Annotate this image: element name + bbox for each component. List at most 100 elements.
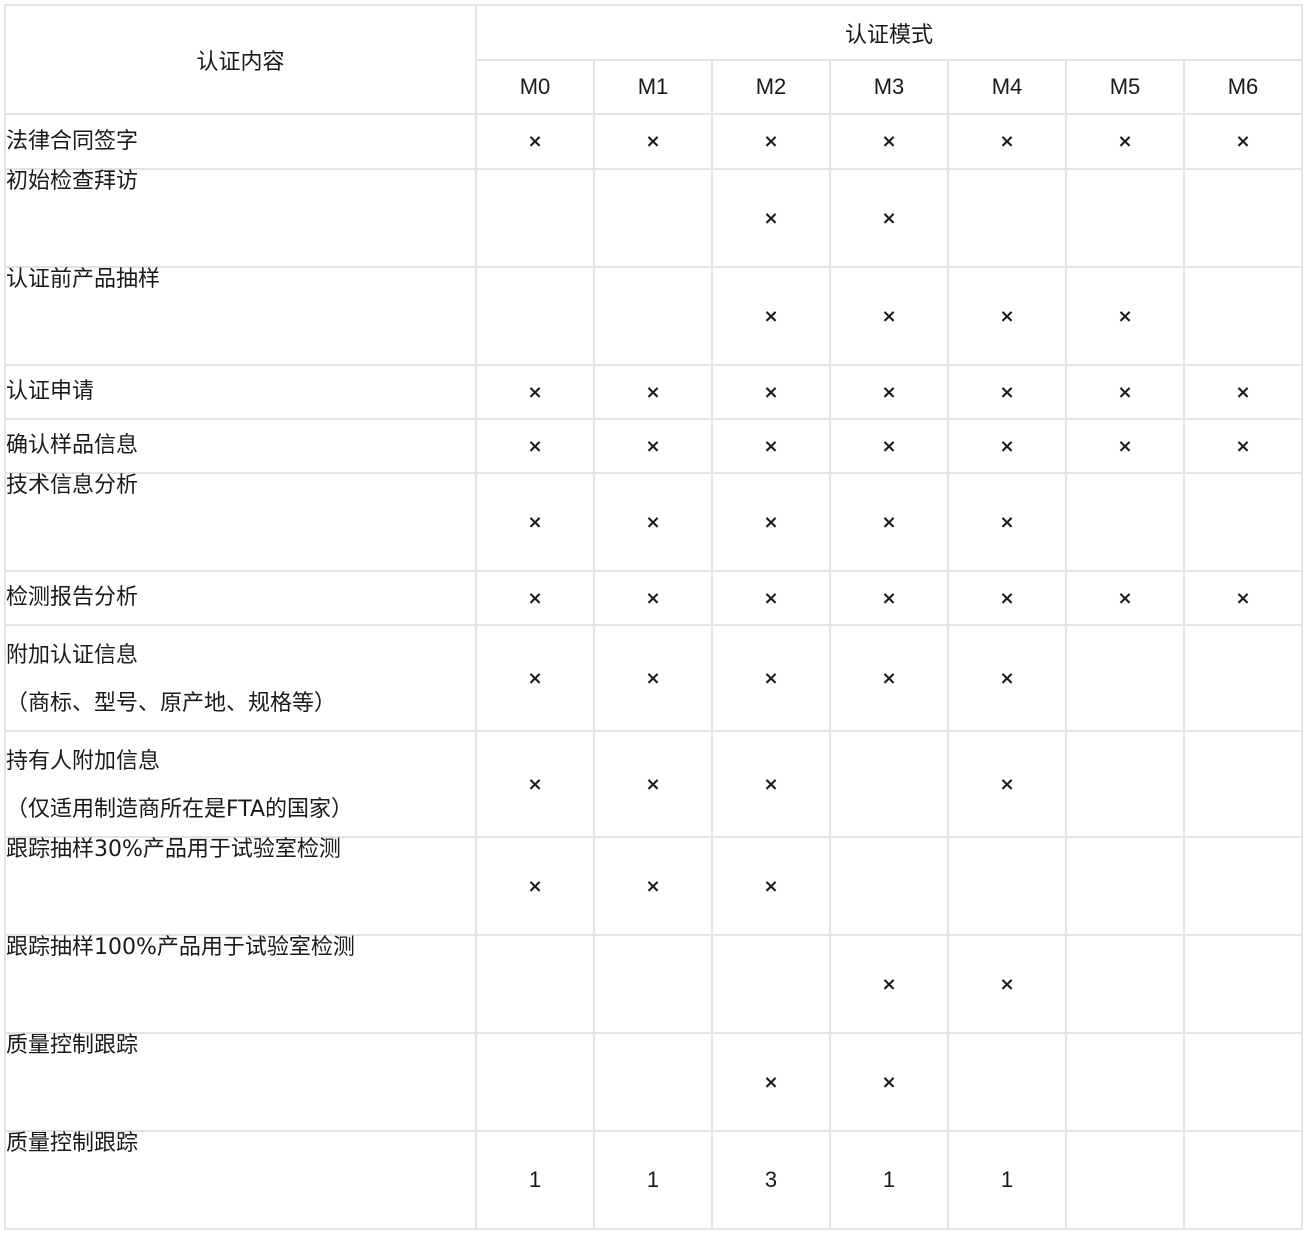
check-mark-cell: ×	[829, 624, 949, 732]
empty-cell	[593, 1032, 713, 1132]
row-label: 认证申请	[4, 364, 477, 420]
count-cell: 1	[593, 1130, 713, 1230]
table-row: 跟踪抽样30%产品用于试验室检测 × × ×	[4, 836, 1303, 936]
row-label: 法律合同签字	[4, 113, 477, 170]
empty-cell	[1183, 472, 1303, 572]
row-label: 确认样品信息	[4, 418, 477, 474]
check-mark-cell: ×	[947, 730, 1067, 838]
empty-cell	[1065, 730, 1185, 838]
row-label: 持有人附加信息 （仅适用制造商所在是FTA的国家）	[4, 730, 477, 838]
check-mark-cell: ×	[947, 364, 1067, 420]
check-mark-cell: ×	[475, 113, 595, 170]
row-label: 初始检查拜访	[4, 168, 477, 268]
row-label-text: 跟踪抽样100%产品用于试验室检测	[6, 935, 355, 960]
check-mark-cell: ×	[829, 168, 949, 268]
count-cell: 1	[829, 1130, 949, 1230]
empty-cell	[1065, 624, 1185, 732]
row-label-text: 技术信息分析	[6, 473, 139, 498]
check-mark-cell: ×	[593, 113, 713, 170]
empty-cell	[1065, 836, 1185, 936]
mode-header: M5	[1065, 59, 1185, 115]
empty-cell	[1065, 1032, 1185, 1132]
table-row: 认证前产品抽样 × × × ×	[4, 266, 1303, 366]
row-label-note: （商标、型号、原产地、规格等）	[6, 691, 337, 716]
table-row: 确认样品信息 × × × × × × ×	[4, 418, 1303, 474]
empty-cell	[1183, 624, 1303, 732]
empty-cell	[947, 168, 1067, 268]
table-row: 质量控制跟踪 1 1 3 1 1	[4, 1130, 1303, 1230]
row-label: 技术信息分析	[4, 472, 477, 572]
row-label: 认证前产品抽样	[4, 266, 477, 366]
row-label-text: 质量控制跟踪	[6, 1033, 139, 1058]
check-mark-cell: ×	[1065, 266, 1185, 366]
empty-cell	[1183, 730, 1303, 838]
check-mark-cell: ×	[947, 418, 1067, 474]
check-mark-cell: ×	[711, 1032, 831, 1132]
check-mark-cell: ×	[829, 1032, 949, 1132]
check-mark-cell: ×	[1183, 113, 1303, 170]
row-label: 跟踪抽样100%产品用于试验室检测	[4, 934, 477, 1034]
check-mark-cell: ×	[475, 570, 595, 626]
empty-cell	[1183, 836, 1303, 936]
check-mark-cell: ×	[1065, 364, 1185, 420]
check-mark-cell: ×	[593, 570, 713, 626]
empty-cell	[593, 266, 713, 366]
empty-cell	[711, 934, 831, 1034]
empty-cell	[1065, 934, 1185, 1034]
empty-cell	[947, 836, 1067, 936]
check-mark-cell: ×	[475, 364, 595, 420]
check-mark-cell: ×	[711, 168, 831, 268]
check-mark-cell: ×	[829, 472, 949, 572]
empty-cell	[475, 934, 595, 1034]
count-cell: 3	[711, 1130, 831, 1230]
check-mark-cell: ×	[829, 570, 949, 626]
row-label-text: 认证申请	[6, 379, 95, 404]
check-mark-cell: ×	[711, 472, 831, 572]
empty-cell	[829, 836, 949, 936]
check-mark-cell: ×	[711, 418, 831, 474]
check-mark-cell: ×	[475, 472, 595, 572]
empty-cell	[829, 730, 949, 838]
check-mark-cell: ×	[593, 836, 713, 936]
empty-cell	[475, 266, 595, 366]
row-label-text: 质量控制跟踪	[6, 1131, 139, 1156]
row-label-text: 检测报告分析	[6, 585, 139, 610]
check-mark-cell: ×	[475, 836, 595, 936]
check-mark-cell: ×	[1065, 113, 1185, 170]
check-mark-cell: ×	[1065, 570, 1185, 626]
row-label: 检测报告分析	[4, 570, 477, 626]
row-label-text: 法律合同签字	[6, 128, 139, 154]
header-row: 认证内容 认证模式	[4, 4, 1303, 115]
check-mark-cell: ×	[711, 730, 831, 838]
check-mark-cell: ×	[711, 113, 831, 170]
empty-cell	[1183, 168, 1303, 268]
table-body: 法律合同签字 × × × × × × × 初始检查拜访 × × 认证前产品抽样 × × × × 认证申请 × × × ×…	[4, 113, 1303, 1230]
row-label-text: 初始检查拜访	[6, 169, 139, 194]
check-mark-cell: ×	[1183, 418, 1303, 474]
check-mark-cell: ×	[1183, 570, 1303, 626]
check-mark-cell: ×	[593, 418, 713, 474]
row-label-note: （仅适用制造商所在是FTA的国家）	[6, 797, 354, 822]
row-label: 质量控制跟踪	[4, 1032, 477, 1132]
check-mark-cell: ×	[593, 364, 713, 420]
table-row: 质量控制跟踪 × ×	[4, 1032, 1303, 1132]
table-row: 检测报告分析 × × × × × × ×	[4, 570, 1303, 626]
check-mark-cell: ×	[1065, 418, 1185, 474]
empty-cell	[475, 1032, 595, 1132]
header-content: 认证内容	[4, 4, 477, 115]
table-row: 持有人附加信息 （仅适用制造商所在是FTA的国家） × × × ×	[4, 730, 1303, 838]
check-mark-cell: ×	[829, 418, 949, 474]
table-row: 法律合同签字 × × × × × × ×	[4, 113, 1303, 170]
empty-cell	[593, 934, 713, 1034]
mode-header: M0	[475, 59, 595, 115]
row-label: 附加认证信息 （商标、型号、原产地、规格等）	[4, 624, 477, 732]
check-mark-cell: ×	[947, 934, 1067, 1034]
check-mark-cell: ×	[947, 624, 1067, 732]
table-row: 技术信息分析 × × × × ×	[4, 472, 1303, 572]
check-mark-cell: ×	[947, 472, 1067, 572]
check-mark-cell: ×	[947, 113, 1067, 170]
empty-cell	[475, 168, 595, 268]
check-mark-cell: ×	[711, 266, 831, 366]
check-mark-cell: ×	[947, 266, 1067, 366]
check-mark-cell: ×	[829, 113, 949, 170]
